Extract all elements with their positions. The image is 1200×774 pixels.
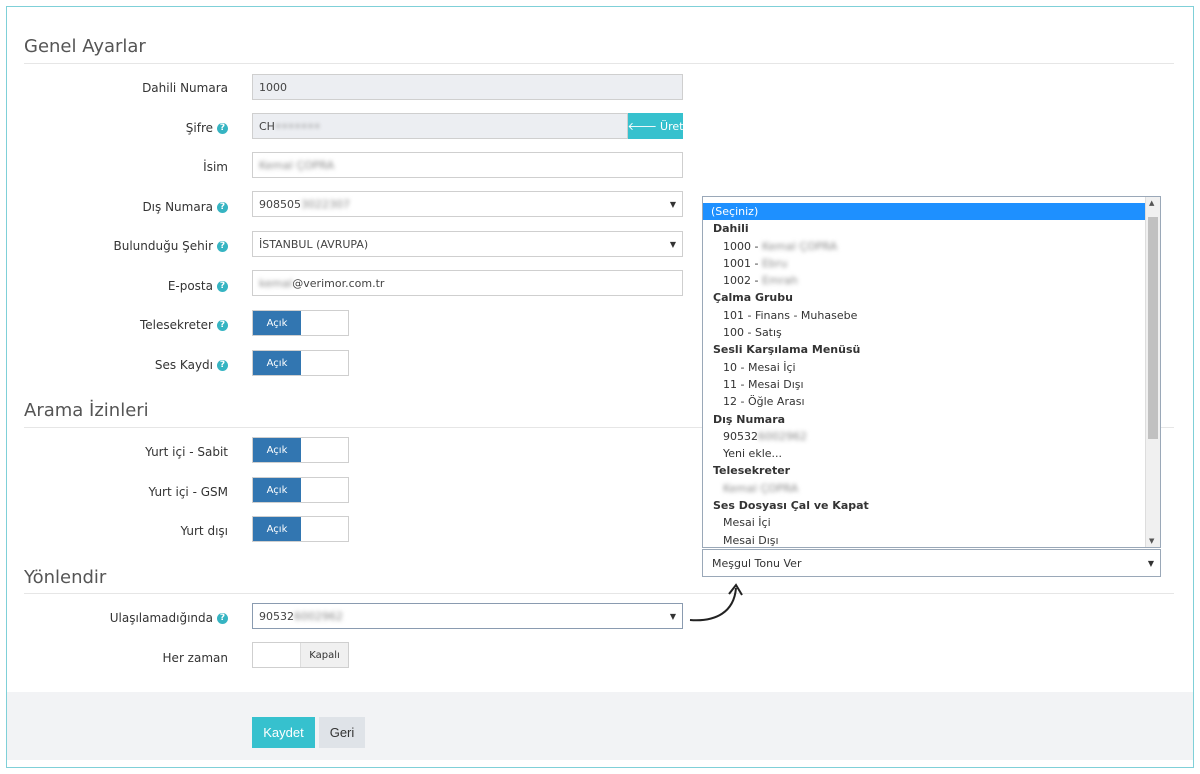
- scroll-up-icon[interactable]: ▲: [1149, 199, 1154, 207]
- city-label: Bulunduğu Şehir?: [113, 233, 228, 259]
- dropdown-option[interactable]: 905326002962: [703, 428, 1146, 445]
- email-label: E-posta?: [168, 273, 228, 299]
- always-toggle[interactable]: Kapalı: [252, 642, 349, 668]
- dropdown-option[interactable]: 10 - Mesai İçi: [703, 359, 1146, 376]
- recording-toggle[interactable]: Açık: [252, 350, 349, 376]
- unreachable-label: Ulaşılamadığında?: [110, 605, 228, 631]
- external-number-select[interactable]: 908505 3022307 ▼: [252, 191, 683, 217]
- dropdown-group-header: Sesli Karşılama Menüsü: [713, 343, 861, 357]
- unreachable-select[interactable]: 90532 6002962 ▼: [252, 603, 683, 629]
- always-label: Her zaman: [162, 651, 228, 665]
- toggle-off-label: Kapalı: [301, 643, 348, 667]
- extension-field[interactable]: 1000: [252, 74, 683, 100]
- toggle-on-label: Açık: [253, 438, 301, 462]
- name-field[interactable]: Kemal ÇOPRA: [252, 152, 683, 178]
- back-button[interactable]: Geri: [319, 717, 365, 748]
- toggle-on-label: Açık: [253, 478, 301, 502]
- password-label: Şifre?: [186, 115, 228, 141]
- help-icon[interactable]: ?: [217, 319, 228, 331]
- dropdown-option[interactable]: 11 - Mesai Dışı: [703, 376, 1146, 393]
- destination-select[interactable]: Meşgul Tonu Ver ▼: [702, 549, 1161, 577]
- dropdown-group-header: Dahili: [713, 222, 749, 236]
- toggle-knob: [301, 438, 348, 462]
- dropdown-options: (Seçiniz) Dahili 1000 - Kemal ÇOPRA 1001 - …: [703, 203, 1146, 547]
- arrow-left-icon: 🡐: [627, 120, 658, 133]
- help-icon[interactable]: ?: [217, 612, 228, 624]
- section-title-general: Genel Ayarlar: [24, 36, 146, 57]
- domestic-mobile-label: Yurt içi - GSM: [148, 485, 228, 499]
- dropdown-option[interactable]: Yeni ekle...: [703, 445, 1146, 462]
- domestic-mobile-toggle[interactable]: Açık: [252, 477, 349, 503]
- help-icon[interactable]: ?: [217, 359, 228, 371]
- save-button[interactable]: Kaydet: [252, 717, 315, 748]
- toggle-on-label: Açık: [253, 311, 301, 335]
- domestic-landline-toggle[interactable]: Açık: [252, 437, 349, 463]
- voicemail-toggle[interactable]: Açık: [252, 310, 349, 336]
- section-divider: [24, 593, 1174, 594]
- help-icon[interactable]: ?: [217, 280, 228, 292]
- dropdown-option[interactable]: Mesai Dışı: [703, 532, 1146, 547]
- help-icon[interactable]: ?: [217, 240, 228, 252]
- password-field[interactable]: CH •••••••: [252, 113, 628, 139]
- toggle-on-label: Açık: [253, 351, 301, 375]
- destination-dropdown-list[interactable]: (Seçiniz) Dahili 1000 - Kemal ÇOPRA 1001 - …: [702, 196, 1161, 548]
- toggle-knob: [301, 351, 348, 375]
- voicemail-label: Telesekreter?: [140, 312, 228, 338]
- form-footer: [7, 692, 1193, 760]
- caret-down-icon: ▼: [1147, 559, 1154, 568]
- email-field[interactable]: kemal @verimor.com.tr: [252, 270, 683, 296]
- toggle-on-label: Açık: [253, 517, 301, 541]
- section-title-redirect: Yönlendir: [24, 567, 107, 588]
- toggle-knob: [301, 517, 348, 541]
- scroll-down-icon[interactable]: ▼: [1149, 537, 1154, 545]
- caret-down-icon: ▼: [669, 240, 676, 249]
- dropdown-option[interactable]: 101 - Finans - Muhasebe: [703, 307, 1146, 324]
- toggle-knob: [301, 478, 348, 502]
- dropdown-option[interactable]: 1002 - Emrah: [703, 272, 1146, 289]
- dropdown-option[interactable]: Mesai İçi: [703, 514, 1146, 531]
- dropdown-scrollbar[interactable]: ▲ ▼: [1145, 197, 1160, 547]
- dropdown-option[interactable]: 12 - Öğle Arası: [703, 393, 1146, 410]
- international-label: Yurt dışı: [180, 524, 228, 538]
- help-icon[interactable]: ?: [217, 201, 228, 213]
- section-title-call-permissions: Arama İzinleri: [24, 400, 149, 421]
- help-icon[interactable]: ?: [217, 122, 228, 134]
- dropdown-option[interactable]: 1001 - Ebru: [703, 255, 1146, 272]
- curved-arrow-icon: [689, 583, 743, 622]
- dropdown-option[interactable]: (Seçiniz): [703, 203, 1146, 221]
- name-label: İsim: [203, 160, 228, 174]
- dropdown-group-header: Ses Dosyası Çal ve Kapat: [713, 499, 869, 513]
- generate-password-button[interactable]: 🡐 Üret: [628, 113, 683, 139]
- dropdown-group-header: Telesekreter: [713, 464, 791, 478]
- dropdown-group-header: Çalma Grubu: [713, 291, 793, 305]
- section-divider: [24, 63, 1174, 64]
- dropdown-group-header: Dış Numara: [713, 412, 786, 426]
- international-toggle[interactable]: Açık: [252, 516, 349, 542]
- domestic-landline-label: Yurt içi - Sabit: [145, 445, 228, 459]
- dropdown-option[interactable]: 1000 - Kemal ÇOPRA: [703, 238, 1146, 255]
- toggle-knob: [301, 311, 348, 335]
- dropdown-option[interactable]: 100 - Satış: [703, 324, 1146, 341]
- extension-label: Dahili Numara: [142, 81, 228, 95]
- external-number-label: Dış Numara?: [142, 194, 228, 220]
- dropdown-option[interactable]: Kemal ÇOPRA: [703, 480, 1146, 497]
- caret-down-icon: ▼: [669, 612, 676, 621]
- caret-down-icon: ▼: [669, 200, 676, 209]
- scroll-thumb[interactable]: [1148, 217, 1158, 439]
- city-select[interactable]: İSTANBUL (AVRUPA) ▼: [252, 231, 683, 257]
- toggle-knob: [253, 643, 301, 667]
- recording-label: Ses Kaydı?: [155, 352, 228, 378]
